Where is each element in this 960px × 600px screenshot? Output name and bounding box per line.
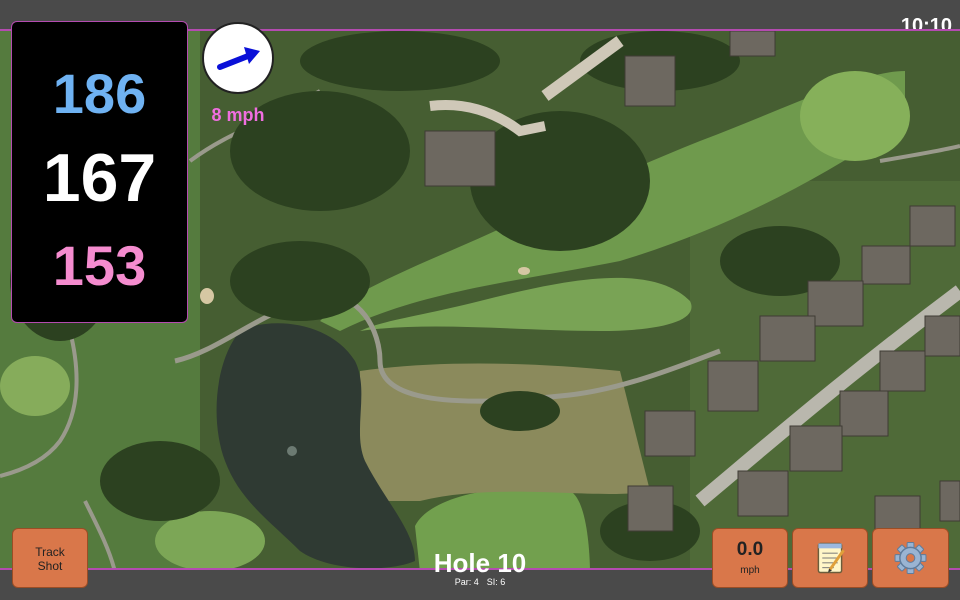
speed-unit: mph — [740, 565, 760, 576]
track-shot-label: Track Shot — [35, 545, 65, 573]
speed-button[interactable]: 0.0 mph — [712, 528, 788, 588]
front-distance: 153 — [52, 234, 147, 297]
hole-par: Par: 4 — [454, 577, 479, 587]
speed-value: 0.0 — [736, 539, 764, 560]
distance-panel: 186 167 153 — [11, 21, 188, 323]
hole-stroke-index: SI: 6 — [486, 577, 506, 587]
hole-details: Par: 4 SI: 6 — [380, 577, 580, 588]
settings-button[interactable] — [872, 528, 949, 588]
arrow-icon — [217, 47, 260, 70]
gear-icon — [894, 542, 927, 574]
notepad-icon — [817, 542, 845, 574]
hole-title: Hole 10 — [433, 548, 527, 578]
notes-button[interactable] — [792, 528, 868, 588]
wind-direction-indicator — [202, 22, 274, 94]
track-shot-button[interactable]: Track Shot — [12, 528, 88, 588]
back-distance: 186 — [52, 62, 147, 125]
wind-speed: 8 mph — [211, 105, 265, 125]
middle-distance: 167 — [42, 140, 157, 216]
